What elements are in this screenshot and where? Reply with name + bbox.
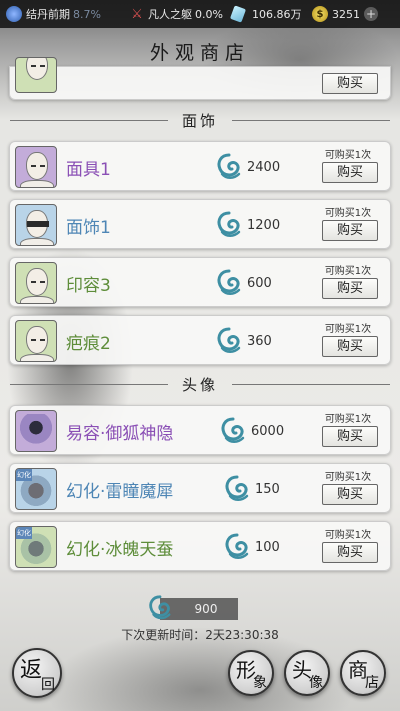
buy-button[interactable]: 购买 [322,73,378,94]
buy-button[interactable]: 购买 [322,162,378,183]
item-avatar [15,320,57,362]
shop-item: 面饰1 1200 可购买1次 购买 [9,199,391,249]
item-name: 面饰1 [66,218,111,238]
item-price: 150 [222,474,280,504]
price-value: 2400 [247,159,281,175]
section-title: 头像 [182,375,219,394]
item-price: 2400 [214,152,280,182]
status-bar: 结丹前期 8.7% ⚔ 凡人之躯 0.0% 106.86万 $ 3251 + [0,0,400,28]
shop-item-partial: 购买 [9,57,391,100]
spirit-swirl-icon [217,327,241,353]
buy-button[interactable]: 购买 [322,542,378,563]
purchase-limit: 可购买1次 [324,414,372,425]
spirit-crystal-icon [229,5,247,23]
item-avatar [15,146,57,188]
spirit-swirl-icon [221,417,245,443]
spirit-swirl-icon [217,211,241,237]
gold-counter[interactable]: $ 3251 + [312,0,378,28]
spirit-swirl-icon [225,533,249,559]
buy-button[interactable]: 购买 [322,426,378,447]
purchase-limit: 可购买1次 [324,266,372,277]
buy-button[interactable]: 购买 [322,220,378,241]
purchase-limit: 可购买1次 [324,208,372,219]
portrait-char-2: 像 [309,675,323,691]
spirit-crystal-counter[interactable]: 106.86万 [229,0,302,28]
item-price: 360 [214,326,272,356]
item-price: 1200 [214,210,280,240]
spirit-swirl-icon [217,269,241,295]
spirit-crystal-value: 106.86万 [252,8,302,21]
price-value: 100 [255,539,280,555]
realm-indicator[interactable]: 结丹前期 8.7% [6,0,101,28]
purchase-limit: 可购买1次 [324,530,372,541]
item-name: 易容·御狐神隐 [66,424,174,444]
item-name: 幻化·冰魄天蚕 [66,540,174,560]
section-title: 面饰 [182,111,219,130]
page-title: 外观商店 [149,42,250,64]
buy-button[interactable]: 购买 [322,278,378,299]
price-value: 6000 [251,423,285,439]
portrait-tab-button[interactable]: 头 像 [284,650,330,696]
back-char-2: 回 [41,677,55,693]
spirit-swirl-icon [217,153,241,179]
back-button[interactable]: 返 回 [12,648,62,698]
appearance-tab-button[interactable]: 形 象 [228,650,274,696]
gold-value: 3251 [332,7,360,21]
item-name: 幻化·雷瞳魔犀 [66,482,174,502]
realm-orb-icon [6,6,22,22]
purchase-limit: 可购买1次 [324,324,372,335]
buy-button[interactable]: 购买 [322,336,378,357]
transform-tag: 幻化 [16,527,32,539]
shop-item: 易容·御狐神隐 6000 可购买1次 购买 [9,405,391,455]
item-avatar [15,262,57,304]
item-avatar: 幻化 [15,526,57,568]
shop-item: 疤痕2 360 可购买1次 购买 [9,315,391,365]
add-gold-button[interactable]: + [364,7,378,21]
purchase-limit: 可购买1次 [324,472,372,483]
appearance-char-2: 象 [253,675,267,691]
item-name: 疤痕2 [66,334,111,354]
price-value: 600 [247,275,272,291]
purchase-limit: 可购买1次 [324,150,372,161]
fox-portrait-icon [19,414,53,448]
power-label: 凡人之躯 [148,8,192,21]
power-indicator[interactable]: ⚔ 凡人之躯 0.0% [130,0,223,28]
item-avatar [15,204,57,246]
back-char-1: 返 [20,658,43,683]
item-price: 100 [222,532,280,562]
shop-item: 印容3 600 可购买1次 购买 [9,257,391,307]
item-price: 600 [214,268,272,298]
refresh-timer: 下次更新时间：2天23:30:38 [121,628,279,642]
spirit-swirl-icon [225,475,249,501]
shop-char-2: 店 [365,675,379,691]
price-value: 1200 [247,217,281,233]
item-avatar [15,410,57,452]
section-header-face-ornament: 面饰 [10,110,391,130]
price-value: 150 [255,481,280,497]
buy-button[interactable]: 购买 [322,484,378,505]
section-header-portrait: 头像 [10,374,391,394]
spirit-swirl-icon [149,595,171,620]
realm-label: 结丹前期 [26,8,70,21]
item-name: 面具1 [66,160,111,180]
realm-percent: 8.7% [73,7,101,21]
item-price: 6000 [218,416,284,446]
power-percent: 0.0% [195,7,223,21]
shop-tab-button[interactable]: 商 店 [340,650,386,696]
transform-tag: 幻化 [16,469,32,481]
gold-coin-icon: $ [312,6,328,22]
price-value: 360 [247,333,272,349]
shop-item: 幻化 幻化·冰魄天蚕 100 可购买1次 购买 [9,521,391,571]
shop-item: 面具1 2400 可购买1次 购买 [9,141,391,191]
shop-item: 幻化 幻化·雷瞳魔犀 150 可购买1次 购买 [9,463,391,513]
sword-icon: ⚔ [131,6,143,22]
item-avatar: 幻化 [15,468,57,510]
item-name: 印容3 [66,276,111,296]
